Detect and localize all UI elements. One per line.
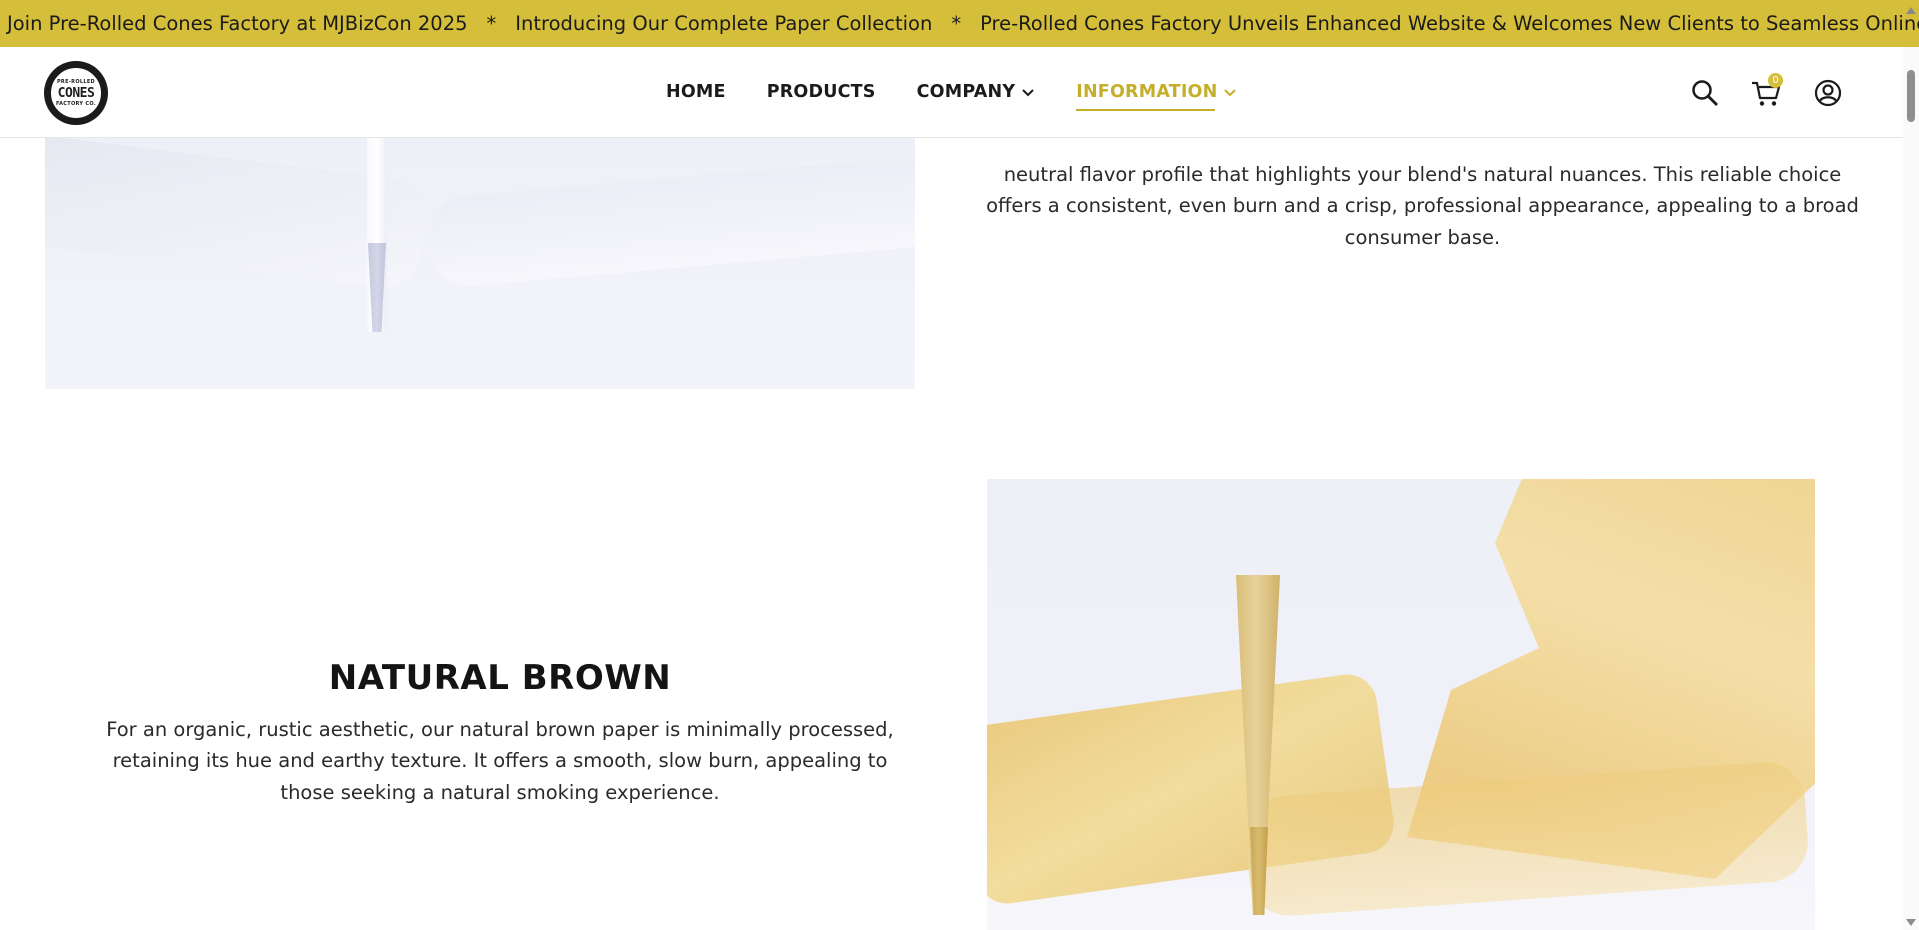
ticker-separator: *: [951, 12, 962, 35]
nav-company[interactable]: COMPANY: [917, 77, 1036, 107]
nav-products[interactable]: PRODUCTS: [767, 77, 876, 107]
cart-button[interactable]: 0: [1751, 73, 1785, 110]
logo-badge: PRE-ROLLED CONES FACTORY CO.: [49, 66, 103, 120]
nav-home[interactable]: HOME: [666, 77, 726, 107]
site-logo[interactable]: PRE-ROLLED CONES FACTORY CO.: [44, 61, 108, 125]
scrollbar-thumb[interactable]: [1907, 70, 1915, 122]
ticker-item[interactable]: Introducing Our Complete Paper Collectio…: [515, 0, 932, 47]
white-paper-description: neutral flavor profile that highlights y…: [986, 162, 1859, 249]
section-title: NATURAL BROWN: [328, 658, 672, 699]
scroll-up-arrow-icon[interactable]: [1906, 7, 1916, 14]
chevron-down-icon: [1224, 89, 1237, 97]
search-icon[interactable]: [1690, 78, 1720, 108]
paper-fold: [422, 154, 915, 290]
chevron-down-icon: [1022, 89, 1034, 97]
nav-information[interactable]: INFORMATION: [1076, 77, 1237, 111]
page-scrollbar[interactable]: [1903, 7, 1919, 930]
announcement-ticker: Join Pre-Rolled Cones Factory at MJBizCo…: [0, 0, 1919, 47]
main-nav: HOME PRODUCTS COMPANY INFORMATION: [666, 47, 1278, 137]
nav-label: PRODUCTS: [766, 82, 876, 102]
ticker-item[interactable]: Pre-Rolled Cones Factory Unveils Enhance…: [980, 0, 1919, 47]
white-paper-cone-image: [45, 137, 915, 389]
scroll-down-arrow-icon[interactable]: [1906, 919, 1916, 926]
account-icon[interactable]: [1814, 79, 1842, 107]
natural-brown-cone-image: [987, 479, 1815, 930]
nav-label: INFORMATION: [1076, 82, 1218, 102]
logo-top-text: PRE-ROLLED: [56, 78, 96, 85]
site-header: PRE-ROLLED CONES FACTORY CO. HOME PRODUC…: [0, 47, 1903, 138]
logo-main-text: CONES: [57, 85, 95, 101]
nav-label: COMPANY: [916, 82, 1016, 102]
section-description: For an organic, rustic aesthetic, our na…: [106, 717, 894, 804]
nav-label: HOME: [666, 82, 726, 102]
ticker-item[interactable]: Join Pre-Rolled Cones Factory at MJBizCo…: [7, 0, 468, 47]
ticker-track: Join Pre-Rolled Cones Factory at MJBizCo…: [7, 0, 1919, 47]
cart-count-badge: 0: [1768, 73, 1783, 88]
ticker-separator: *: [486, 12, 497, 35]
logo-bottom-text: FACTORY CO.: [56, 100, 96, 107]
